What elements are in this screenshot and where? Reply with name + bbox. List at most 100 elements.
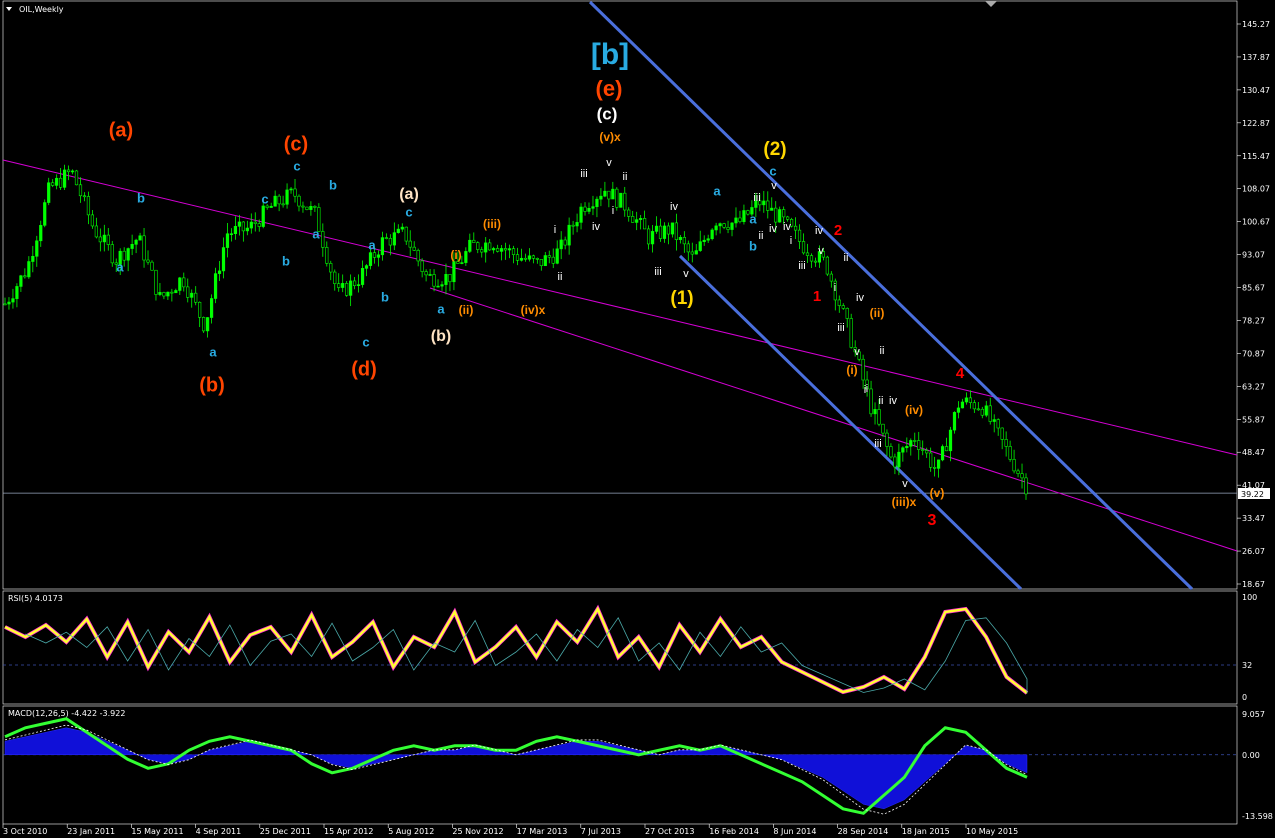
wave-label: b (137, 190, 145, 205)
wave-label: i (790, 235, 792, 247)
candle-bull (126, 248, 130, 261)
candle-bear (646, 228, 651, 245)
candle-bear (241, 221, 245, 232)
wave-label: ii (759, 230, 764, 242)
candle-bull (519, 257, 524, 261)
candle-bull (221, 247, 226, 272)
x-tick-label: 10 May 2015 (966, 827, 1018, 836)
candle-bear (480, 249, 484, 253)
wave-label: (ii) (870, 306, 885, 320)
candle-bear (515, 254, 520, 261)
candle-bear (666, 225, 671, 235)
wave-label: ii (623, 171, 628, 183)
candle-bull (178, 277, 182, 291)
axis-layer: 145.27137.87130.47122.87115.47108.07100.… (2, 20, 1270, 836)
candle-bull (213, 273, 218, 299)
rsi-level-label: 100 (1242, 593, 1257, 602)
candle-bull (897, 451, 901, 468)
wave-label: c (362, 334, 369, 349)
wave-label: b (282, 253, 290, 268)
wave-label: (i) (846, 363, 857, 377)
candle-bear (913, 440, 917, 442)
y-tick-label: 63.27 (1242, 382, 1265, 391)
candle-bull (654, 225, 659, 232)
candle-bear (1008, 446, 1012, 460)
candle-bear (686, 243, 690, 253)
candle-bull (559, 239, 563, 250)
candle-bull (396, 228, 400, 233)
candle-bull (956, 407, 961, 413)
candle-bull (55, 177, 59, 186)
y-tick-label: 78.27 (1242, 316, 1265, 325)
wave-label: (c) (284, 133, 308, 155)
candle-bear (325, 247, 329, 264)
candle-bear (980, 408, 984, 416)
rsi-panel-frame (2, 590, 1238, 705)
candle-bull (603, 190, 607, 197)
wave-label: (a) (399, 186, 419, 203)
candle-bear (547, 255, 551, 258)
candle-bull (619, 192, 623, 208)
candle-bull (130, 244, 134, 249)
candle-bear (424, 271, 428, 276)
dropdown-triangle-icon[interactable] (6, 7, 12, 11)
candle-bull (587, 207, 591, 212)
macd-title: MACD(12,26,5) -4.422 -3.922 (8, 709, 125, 718)
candle-bull (309, 206, 313, 210)
wave-label: 4 (956, 365, 965, 382)
candle-bull (909, 440, 913, 447)
candle-bear (631, 216, 635, 223)
wave-label: iii (580, 168, 587, 180)
candle-bull (174, 290, 178, 294)
wave-label: iv (815, 225, 823, 237)
candle-bull (678, 237, 682, 240)
candle-bear (921, 449, 925, 451)
candle-bull (706, 238, 710, 241)
rsi-level-label: 0 (1242, 693, 1247, 702)
candle-bear (297, 195, 301, 207)
candle-bear (801, 241, 806, 254)
candle-bull (599, 195, 603, 200)
candle-bull (464, 251, 468, 263)
wave-label: b (381, 289, 389, 304)
candle-bear (881, 423, 885, 434)
candle-bear (889, 446, 893, 458)
candle-bear (472, 239, 476, 243)
scroll-marker-icon[interactable] (985, 1, 997, 7)
wave-label: i (864, 384, 866, 396)
y-tick-label: 48.47 (1242, 448, 1265, 457)
candle-bear (976, 408, 980, 411)
wave-label: 1 (813, 288, 821, 305)
wave-label: 2 (834, 222, 842, 239)
candle-bear (78, 184, 83, 197)
wave-label: iii (753, 192, 760, 204)
candle-bull (261, 205, 265, 227)
candle-bear (658, 225, 663, 239)
candle-bear (3, 303, 7, 306)
candle-bear (944, 446, 949, 452)
candle-bear (412, 246, 416, 251)
candle-bear (782, 209, 786, 218)
candle-bear (404, 226, 408, 242)
candle-bull (43, 202, 47, 226)
candle-bull (635, 219, 639, 223)
rsi-title: RSI(5) 4.0173 (8, 594, 63, 603)
wave-label: (b) (199, 374, 225, 396)
wave-label: iv (592, 221, 600, 233)
candle-bear (929, 452, 933, 468)
candle-bull (591, 206, 595, 209)
candle-bear (774, 207, 778, 223)
candle-bear (448, 274, 452, 283)
candle-bull (7, 301, 11, 305)
candle-bull (15, 286, 19, 299)
wave-label: c (769, 163, 776, 178)
candle-bear (98, 236, 102, 243)
candle-bull (468, 239, 472, 252)
candle-bear (627, 209, 631, 217)
candle-bear (154, 269, 158, 295)
candle-bear (182, 277, 186, 288)
candle-bear (623, 192, 627, 211)
candle-bear (305, 206, 309, 210)
x-tick-label: 5 Aug 2012 (388, 827, 434, 836)
wave-label: v (606, 157, 612, 169)
